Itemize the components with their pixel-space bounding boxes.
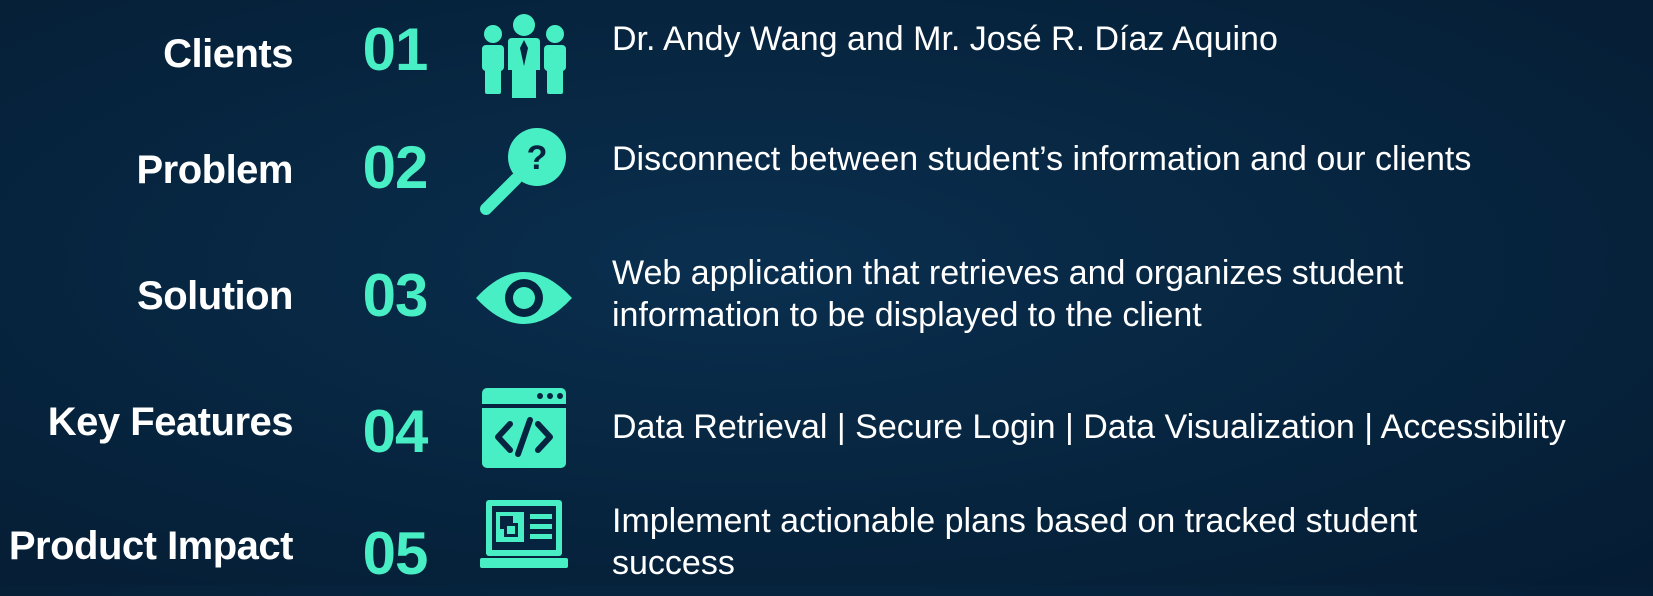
row-description: Data Retrieval | Secure Login | Data Vis…: [612, 408, 1566, 446]
row-description: Implement actionable plans based on trac…: [612, 502, 1418, 582]
row-label: Solution: [137, 274, 293, 318]
row-number: 03: [362, 262, 429, 329]
row-number: 02: [362, 134, 429, 201]
row-number: 04: [362, 398, 429, 465]
code-window-icon: [474, 382, 574, 482]
svg-text:?: ?: [527, 139, 548, 177]
row-description: Web application that retrieves and organ…: [612, 254, 1404, 334]
laptop-dashboard-icon: [474, 490, 574, 590]
eye-icon: [474, 248, 574, 348]
magnifier-question-icon: ?: [474, 124, 574, 224]
row-solution: Solution 03 Web application that retriev…: [0, 250, 1653, 350]
row-label: Problem: [136, 148, 293, 192]
row-label: Key Features: [47, 400, 294, 444]
row-label: Clients: [163, 32, 293, 76]
row-number: 05: [362, 520, 429, 587]
row-problem: Problem 02 ? Disconnect between student’…: [0, 118, 1653, 218]
row-product-impact: Product Impact 05 Implement actionable p…: [0, 496, 1653, 596]
row-clients: Clients 01 Dr. Andy Wang and Mr. José R.…: [0, 0, 1653, 100]
row-description: Dr. Andy Wang and Mr. José R. Díaz Aquin…: [612, 20, 1278, 58]
row-key-features: Key Features 04 Data Retrieval | Secure …: [0, 376, 1653, 476]
row-number: 01: [362, 16, 429, 83]
row-description: Disconnect between student’s information…: [612, 140, 1472, 178]
group-icon: [474, 4, 574, 104]
row-label: Product Impact: [8, 524, 294, 568]
